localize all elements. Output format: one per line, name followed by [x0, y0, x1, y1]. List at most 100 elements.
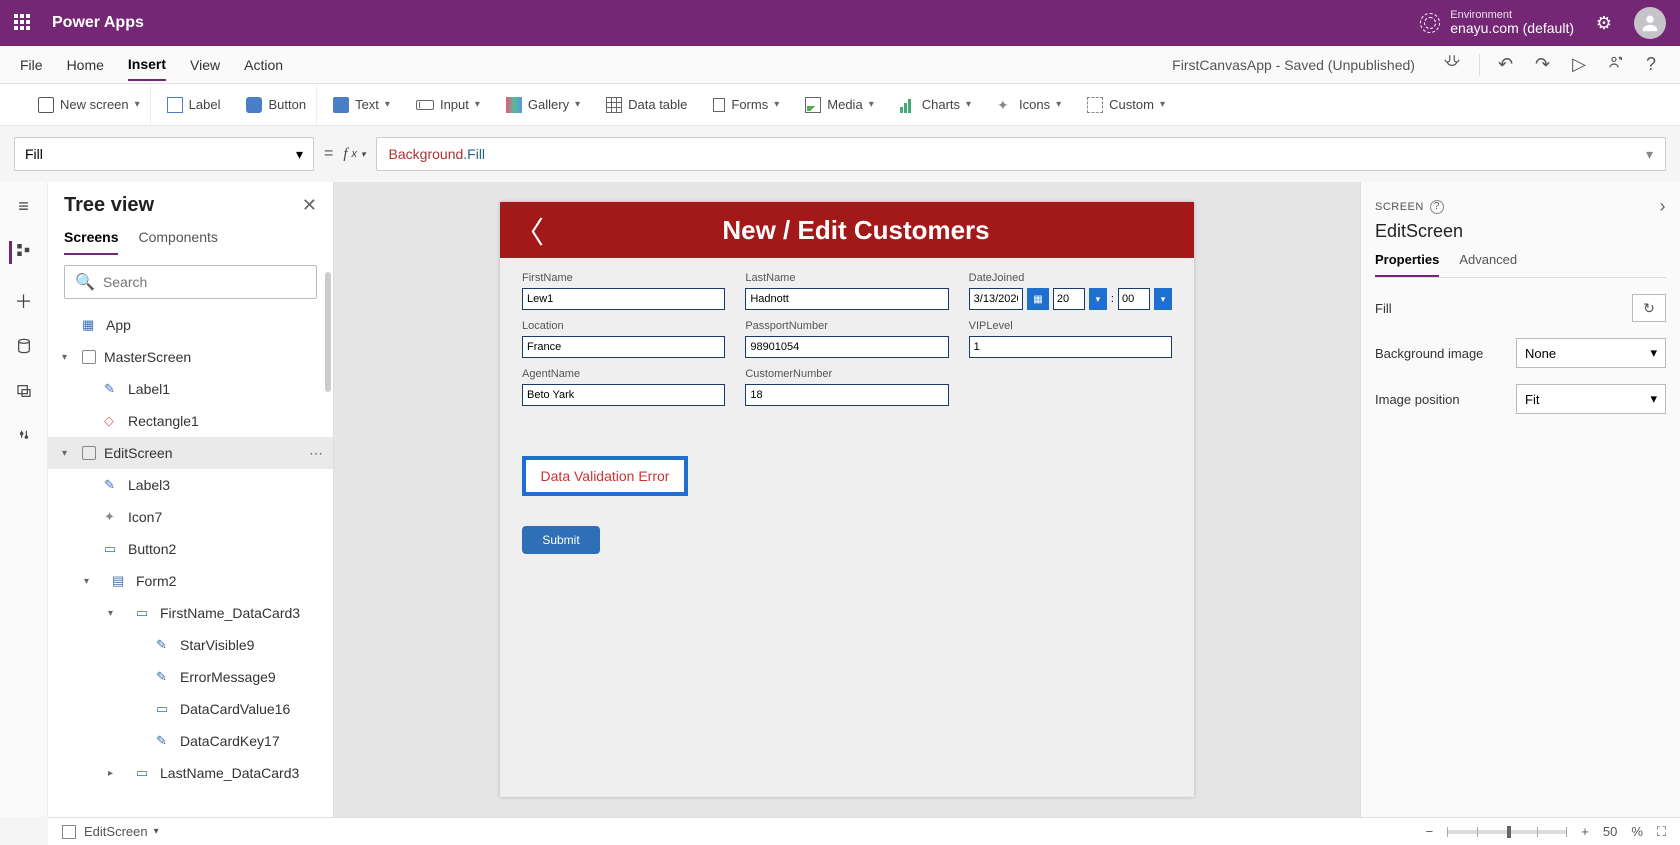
- ribbon-input[interactable]: Input▾: [406, 84, 490, 125]
- ribbon-forms[interactable]: Forms▾: [703, 84, 789, 125]
- canvas-area[interactable]: 〈 New / Edit Customers FirstName LastNam…: [334, 182, 1360, 817]
- prop-label-fill: Fill: [1375, 301, 1632, 316]
- tree-node-errormessage[interactable]: ✎ErrorMessage9: [48, 661, 333, 693]
- zoom-out-button[interactable]: −: [1426, 824, 1434, 839]
- input-viplevel[interactable]: [969, 336, 1172, 358]
- hamburger-icon[interactable]: ≡: [18, 196, 29, 217]
- canvas-editscreen[interactable]: 〈 New / Edit Customers FirstName LastNam…: [500, 202, 1194, 797]
- ribbon-icons[interactable]: ✦Icons▾: [987, 84, 1071, 125]
- play-preview-icon[interactable]: ▷: [1568, 52, 1590, 77]
- tab-screens[interactable]: Screens: [64, 229, 118, 255]
- chevron-down-icon[interactable]: ▾: [154, 826, 159, 837]
- tree-node-icon7[interactable]: ✦Icon7: [48, 501, 333, 533]
- tree-node-editscreen[interactable]: ▾EditScreen⋯: [48, 437, 333, 469]
- tree-node-label3[interactable]: ✎Label3: [48, 469, 333, 501]
- hour-dropdown-icon[interactable]: ▾: [1089, 288, 1107, 310]
- tree-node-firstname-datacard[interactable]: ▾▭FirstName_DataCard3: [48, 597, 333, 629]
- share-icon[interactable]: [1604, 52, 1628, 77]
- chevron-down-icon: ▾: [1650, 345, 1657, 361]
- ribbon-media[interactable]: Media▾: [795, 84, 883, 125]
- bgimage-dropdown[interactable]: None▾: [1516, 338, 1666, 368]
- add-icon[interactable]: ＋: [15, 288, 33, 314]
- search-input[interactable]: [103, 274, 306, 290]
- ribbon-datatable[interactable]: Data table: [596, 84, 697, 125]
- menu-action[interactable]: Action: [244, 50, 283, 80]
- app-launcher-icon[interactable]: [14, 14, 32, 32]
- tab-advanced[interactable]: Advanced: [1459, 252, 1517, 277]
- hour-select[interactable]: 20: [1053, 288, 1085, 310]
- property-selector[interactable]: Fill▾: [14, 137, 314, 171]
- tree-node-datacardkey[interactable]: ✎DataCardKey17: [48, 725, 333, 757]
- formula-token-2: .Fill: [463, 146, 485, 162]
- tree-node-masterscreen[interactable]: ▾MasterScreen: [48, 341, 333, 373]
- tree-node-button2[interactable]: ▭Button2: [48, 533, 333, 565]
- formula-expand-icon[interactable]: ▾: [1646, 146, 1653, 163]
- panel-screen-name: EditScreen: [1375, 221, 1666, 242]
- tree-node-datacardvalue[interactable]: ▭DataCardValue16: [48, 693, 333, 725]
- status-breadcrumb[interactable]: EditScreen: [84, 824, 148, 839]
- input-lastname[interactable]: [745, 288, 948, 310]
- data-icon[interactable]: [16, 338, 32, 359]
- input-agentname[interactable]: [522, 384, 725, 406]
- separator: [1479, 54, 1480, 76]
- menu-file[interactable]: File: [20, 50, 43, 80]
- imagepos-dropdown[interactable]: Fit▾: [1516, 384, 1666, 414]
- more-icon[interactable]: ⋯: [309, 445, 323, 462]
- tree-view-icon[interactable]: [9, 241, 33, 264]
- user-avatar[interactable]: [1634, 7, 1666, 39]
- minute-select[interactable]: 00: [1118, 288, 1150, 310]
- redo-icon[interactable]: ↷: [1531, 52, 1554, 77]
- menu-insert[interactable]: Insert: [128, 49, 166, 81]
- fill-color-swatch[interactable]: ↻: [1632, 294, 1666, 322]
- tab-properties[interactable]: Properties: [1375, 252, 1439, 277]
- input-customernumber[interactable]: [745, 384, 948, 406]
- tree-node-form2[interactable]: ▾▤Form2: [48, 565, 333, 597]
- ribbon-button[interactable]: Button: [236, 84, 317, 125]
- tree-node-rectangle1[interactable]: ◇Rectangle1: [48, 405, 333, 437]
- tab-components[interactable]: Components: [138, 229, 217, 255]
- tree-node-label1[interactable]: ✎Label1: [48, 373, 333, 405]
- tree-node-app[interactable]: ▦App: [48, 309, 333, 341]
- zoom-in-button[interactable]: +: [1581, 824, 1589, 839]
- advanced-tools-icon[interactable]: [17, 428, 31, 449]
- input-date[interactable]: [969, 288, 1023, 310]
- calendar-icon[interactable]: ▦: [1027, 288, 1049, 310]
- app-checker-icon[interactable]: [1439, 51, 1465, 78]
- back-arrow-icon[interactable]: 〈: [500, 208, 558, 252]
- ribbon-charts[interactable]: Charts▾: [890, 84, 981, 125]
- globe-icon: [1420, 13, 1440, 33]
- fx-button[interactable]: fx▾: [343, 146, 365, 163]
- ribbon-label[interactable]: Label: [157, 84, 231, 125]
- settings-gear-icon[interactable]: ⚙: [1592, 11, 1616, 35]
- input-firstname[interactable]: [522, 288, 725, 310]
- help-icon[interactable]: ?: [1642, 52, 1660, 77]
- tree-node-starvisible[interactable]: ✎StarVisible9: [48, 629, 333, 661]
- environment-picker[interactable]: Environment enayu.com (default): [1420, 9, 1574, 36]
- status-checkbox[interactable]: [62, 825, 76, 839]
- panel-expand-icon[interactable]: ›: [1660, 196, 1667, 217]
- undo-icon[interactable]: ↶: [1494, 52, 1517, 77]
- field-label-agentname: AgentName: [522, 368, 725, 380]
- input-location[interactable]: [522, 336, 725, 358]
- submit-button[interactable]: Submit: [522, 526, 600, 554]
- zoom-slider[interactable]: [1447, 830, 1567, 834]
- tree-search[interactable]: 🔍: [64, 265, 317, 299]
- fit-to-screen-icon[interactable]: ⛶: [1657, 824, 1666, 840]
- minute-dropdown-icon[interactable]: ▾: [1154, 288, 1172, 310]
- ribbon-new-screen[interactable]: New screen▾: [28, 84, 151, 125]
- chevron-down-icon: ▾: [1650, 391, 1657, 407]
- tree-node-lastname-datacard[interactable]: ▸▭LastName_DataCard3: [48, 757, 333, 789]
- ribbon-text[interactable]: Text▾: [323, 84, 400, 125]
- validation-error-button[interactable]: Data Validation Error: [522, 456, 688, 496]
- formula-input[interactable]: Background.Fill ▾: [376, 137, 1666, 171]
- help-badge-icon[interactable]: ?: [1430, 200, 1444, 214]
- menu-view[interactable]: View: [190, 50, 220, 80]
- menu-home[interactable]: Home: [67, 50, 104, 80]
- ribbon-gallery[interactable]: Gallery▾: [496, 84, 590, 125]
- tree-title: Tree view: [64, 194, 154, 217]
- media-panel-icon[interactable]: [16, 383, 32, 404]
- ribbon-custom[interactable]: Custom▾: [1077, 84, 1175, 125]
- tree-scrollbar[interactable]: [325, 272, 331, 392]
- input-passport[interactable]: [745, 336, 948, 358]
- close-icon[interactable]: ✕: [302, 195, 317, 216]
